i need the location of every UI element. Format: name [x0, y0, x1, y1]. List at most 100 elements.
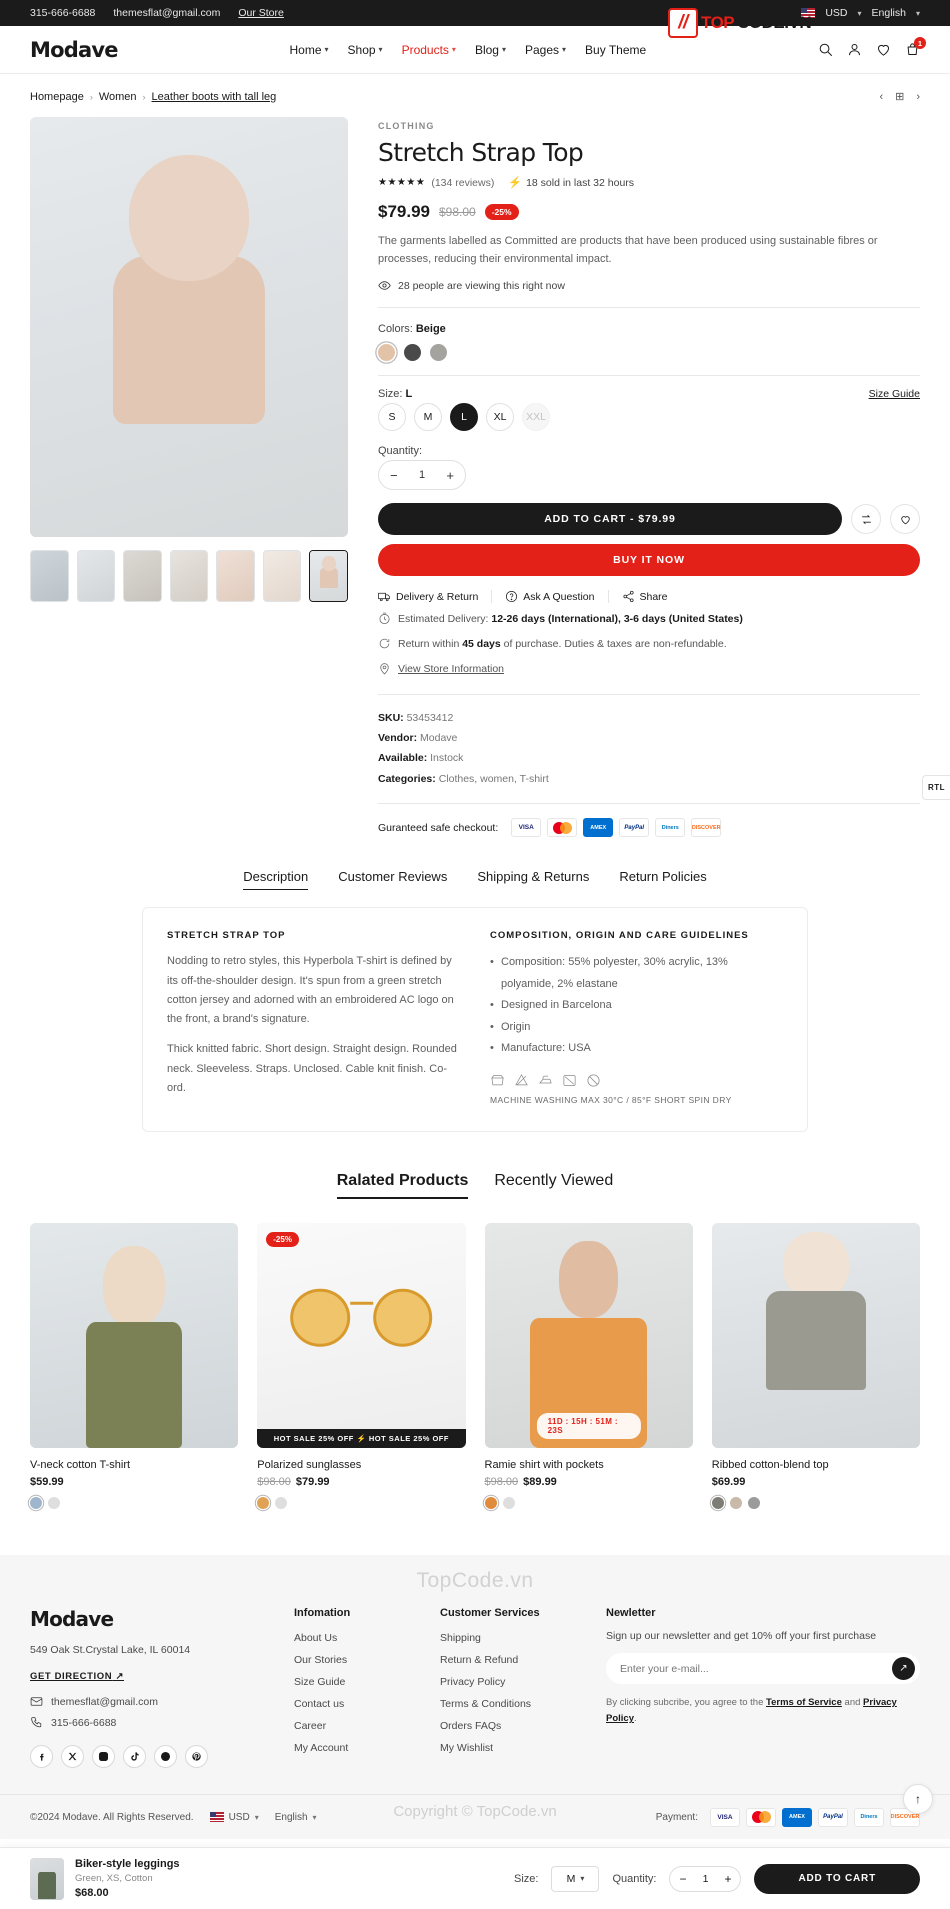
- color-swatch-beige[interactable]: [378, 344, 395, 362]
- ask-question-link[interactable]: Ask A Question: [492, 590, 609, 604]
- grid-view-button[interactable]: ⊞: [895, 90, 904, 103]
- pinterest-icon[interactable]: [185, 1745, 208, 1768]
- size-option-m[interactable]: M: [414, 403, 442, 432]
- product-card[interactable]: -25% HOT SALE 25% OFF ⚡ HOT SALE 25% OFF…: [257, 1223, 466, 1510]
- card-swatch[interactable]: [30, 1497, 42, 1510]
- size-guide-link[interactable]: Size Guide: [869, 388, 920, 400]
- card-swatch[interactable]: [48, 1497, 60, 1510]
- quantity-stepper[interactable]: − 1 +: [378, 460, 466, 491]
- footer-currency-selector[interactable]: USD ▾: [209, 1812, 259, 1823]
- next-product-button[interactable]: ›: [916, 91, 920, 103]
- product-card[interactable]: Ribbed cotton-blend top $69.99: [711, 1223, 920, 1510]
- footer-language-selector[interactable]: English ▾: [275, 1812, 317, 1823]
- footer-link-privacy-policy[interactable]: Privacy Policy: [440, 1676, 578, 1688]
- footer-link-about-us[interactable]: About Us: [294, 1632, 412, 1644]
- thumbnail-7[interactable]: [309, 550, 349, 602]
- product-card-image[interactable]: [30, 1223, 239, 1449]
- prev-product-button[interactable]: ‹: [879, 91, 883, 103]
- breadcrumb-item-women[interactable]: Women: [99, 91, 137, 103]
- footer-link-contact-us[interactable]: Contact us: [294, 1698, 412, 1710]
- card-swatch[interactable]: [275, 1497, 288, 1510]
- thumbnail-3[interactable]: [123, 550, 162, 602]
- our-store-link[interactable]: Our Store: [238, 7, 284, 19]
- thumbnail-1[interactable]: [30, 550, 69, 602]
- size-option-l[interactable]: L: [450, 403, 478, 432]
- footer-link-career[interactable]: Career: [294, 1720, 412, 1732]
- add-to-cart-button[interactable]: ADD TO CART - $79.99: [378, 503, 842, 536]
- card-swatch[interactable]: [729, 1497, 742, 1510]
- footer-link-return-refund[interactable]: Return & Refund: [440, 1654, 578, 1666]
- product-card[interactable]: V-neck cotton T-shirt $59.99: [30, 1223, 239, 1510]
- quantity-decrease-button[interactable]: −: [390, 468, 398, 483]
- product-card-name[interactable]: Polarized sunglasses: [257, 1459, 465, 1471]
- get-direction-link[interactable]: GET DIRECTION ↗: [30, 1671, 124, 1682]
- product-card-image[interactable]: [711, 1223, 920, 1449]
- newsletter-email-input[interactable]: [620, 1662, 892, 1675]
- quantity-increase-button[interactable]: +: [446, 468, 454, 483]
- card-swatch[interactable]: [257, 1497, 270, 1510]
- store-information-link[interactable]: View Store Information: [378, 662, 920, 678]
- thumbnail-6[interactable]: [262, 550, 302, 602]
- newsletter-submit-button[interactable]: ↗: [892, 1657, 915, 1681]
- tab-related-products[interactable]: Ralated Products: [336, 1172, 469, 1200]
- breadcrumb-item-homepage[interactable]: Homepage: [30, 91, 84, 103]
- product-card-name[interactable]: V-neck cotton T-shirt: [30, 1459, 238, 1471]
- review-count[interactable]: (134 reviews): [431, 177, 494, 189]
- thumbnail-4[interactable]: [169, 550, 209, 602]
- instagram-icon[interactable]: [92, 1745, 115, 1768]
- tab-return-policies[interactable]: Return Policies: [619, 869, 706, 890]
- tab-shipping-returns[interactable]: Shipping & Returns: [477, 869, 589, 890]
- tab-description[interactable]: Description: [243, 869, 309, 891]
- footer-link-orders-faqs[interactable]: Orders FAQs: [440, 1720, 578, 1732]
- footer-link-my-wishlist[interactable]: My Wishlist: [440, 1742, 578, 1754]
- buy-it-now-button[interactable]: BUY IT NOW: [378, 544, 920, 577]
- tab-customer-reviews[interactable]: Customer Reviews: [338, 869, 447, 890]
- wishlist-button[interactable]: [890, 504, 920, 535]
- product-main-image[interactable]: [30, 117, 348, 537]
- currency-selector[interactable]: USD: [825, 7, 847, 19]
- x-icon[interactable]: [61, 1745, 84, 1768]
- threads-icon[interactable]: [154, 1745, 177, 1768]
- nav-item-home[interactable]: Home ▾: [289, 43, 328, 57]
- delivery-return-link[interactable]: Delivery & Return: [378, 590, 493, 604]
- account-icon[interactable]: [847, 42, 862, 57]
- terms-of-service-link[interactable]: Terms of Service: [766, 1697, 842, 1708]
- wishlist-icon[interactable]: [876, 42, 891, 57]
- product-card[interactable]: 11D : 15H : 51M : 23S Ramie shirt with p…: [484, 1223, 693, 1510]
- language-selector[interactable]: English: [872, 7, 906, 19]
- tiktok-icon[interactable]: [123, 1745, 146, 1768]
- footer-link-size-guide[interactable]: Size Guide: [294, 1676, 412, 1688]
- footer-link-my-account[interactable]: My Account: [294, 1742, 412, 1754]
- cart-icon[interactable]: 1: [905, 37, 926, 57]
- card-swatch[interactable]: [502, 1497, 515, 1510]
- color-swatch-grey[interactable]: [430, 344, 447, 362]
- back-to-top-button[interactable]: ↑: [903, 1784, 933, 1814]
- nav-item-pages[interactable]: Pages ▾: [525, 43, 566, 57]
- product-card-name[interactable]: Ribbed cotton-blend top: [712, 1459, 920, 1471]
- compare-button[interactable]: [851, 504, 881, 535]
- site-logo[interactable]: Modave: [30, 38, 118, 62]
- nav-item-blog[interactable]: Blog ▾: [475, 43, 506, 57]
- footer-link-terms-conditions[interactable]: Terms & Conditions: [440, 1698, 578, 1710]
- size-option-s[interactable]: S: [378, 403, 406, 432]
- card-swatch[interactable]: [711, 1497, 724, 1510]
- nav-item-buy-theme[interactable]: Buy Theme: [585, 43, 646, 57]
- footer-phone[interactable]: 315-666-6688: [30, 1716, 266, 1729]
- card-swatch[interactable]: [484, 1497, 497, 1510]
- card-swatch[interactable]: [747, 1497, 760, 1510]
- product-card-image[interactable]: -25% HOT SALE 25% OFF ⚡ HOT SALE 25% OFF: [257, 1223, 466, 1449]
- share-link[interactable]: Share: [609, 590, 681, 603]
- footer-link-our-stories[interactable]: Our Stories: [294, 1654, 412, 1666]
- nav-item-products[interactable]: Products ▾: [402, 43, 456, 57]
- nav-item-shop[interactable]: Shop ▾: [348, 43, 383, 57]
- footer-link-shipping[interactable]: Shipping: [440, 1632, 578, 1644]
- search-icon[interactable]: [818, 42, 833, 57]
- thumbnail-2[interactable]: [76, 550, 116, 602]
- tab-recently-viewed[interactable]: Recently Viewed: [494, 1172, 613, 1199]
- footer-email[interactable]: themesflat@gmail.com: [30, 1695, 266, 1708]
- product-card-name[interactable]: Ramie shirt with pockets: [485, 1459, 693, 1471]
- size-option-xl[interactable]: XL: [486, 403, 514, 432]
- product-card-image[interactable]: 11D : 15H : 51M : 23S: [484, 1223, 693, 1449]
- rtl-toggle-button[interactable]: RTL: [921, 775, 950, 800]
- thumbnail-5[interactable]: [216, 550, 255, 602]
